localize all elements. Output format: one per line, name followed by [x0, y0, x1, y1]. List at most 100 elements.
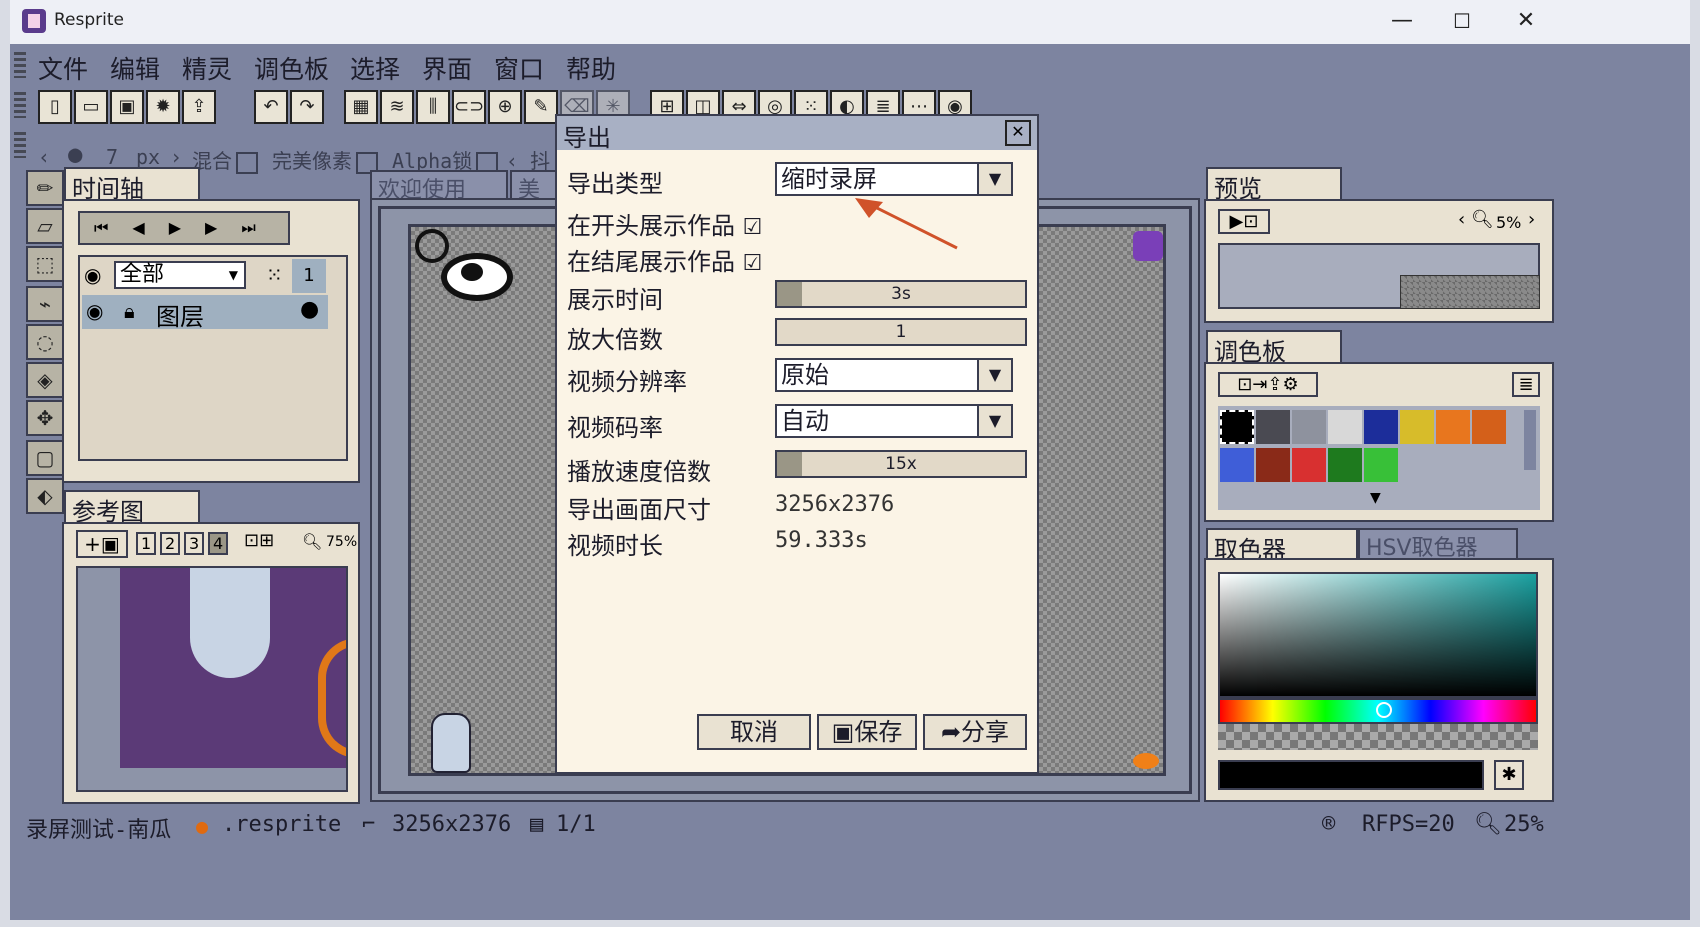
open-folder-icon[interactable]: ▭ — [74, 90, 108, 124]
blend-option[interactable]: 混合 — [192, 145, 258, 174]
link-icon[interactable]: ⊂⊃ — [452, 90, 486, 124]
status-zoom-icon[interactable]: 🔍︎ — [1474, 812, 1502, 837]
add-reference-icon[interactable]: +▣ — [76, 530, 128, 558]
pixel-perfect-option[interactable]: 完美像素 — [272, 145, 378, 174]
tab-document[interactable]: 美 — [510, 170, 560, 203]
show-end-option[interactable]: 在结尾展示作品 ☑ — [567, 242, 762, 277]
dialog-close-icon[interactable]: ✕ — [1005, 120, 1031, 146]
color-picker-tab[interactable]: 取色器 — [1206, 528, 1358, 564]
swatch-0[interactable] — [1220, 410, 1254, 444]
swatch-7[interactable] — [1472, 410, 1506, 444]
ref-view-icons[interactable]: ⊡⊞ — [244, 530, 274, 551]
fill-bucket-tool-icon[interactable]: ◈ — [26, 362, 64, 398]
magic-select-tool-icon[interactable]: ⬖ — [26, 478, 64, 514]
swatch-8[interactable] — [1220, 448, 1254, 482]
brush-size-value[interactable]: 7 — [106, 145, 118, 169]
eraser-tool-icon[interactable]: ▱ — [26, 208, 64, 244]
menu-help[interactable]: 帮助 — [566, 50, 616, 86]
prev-frame-icon[interactable]: ◀ — [132, 218, 168, 237]
chevron-right-icon[interactable]: › — [170, 145, 182, 169]
share-button[interactable]: ➦分享 — [923, 714, 1027, 750]
show-time-slider[interactable]: 3s — [775, 280, 1027, 308]
export-icon[interactable]: ⇪ — [182, 90, 216, 124]
undo-icon[interactable]: ↶ — [254, 90, 288, 124]
speed-slider[interactable]: 15x — [775, 450, 1027, 478]
minimize-button[interactable]: — — [1382, 6, 1422, 36]
lock-icon[interactable]: 🔒︎ — [124, 299, 135, 323]
hue-handle[interactable] — [1376, 702, 1392, 718]
hue-slider[interactable] — [1218, 698, 1538, 724]
palette-scrollbar[interactable] — [1524, 410, 1536, 470]
menu-file[interactable]: 文件 — [38, 50, 88, 86]
last-frame-icon[interactable]: ⏭ — [241, 218, 279, 237]
swatch-1[interactable] — [1256, 410, 1290, 444]
save-icon[interactable]: ▣ — [110, 90, 144, 124]
shape-tool-icon[interactable]: ▢ — [26, 440, 64, 476]
tab-welcome[interactable]: 欢迎使用 — [370, 170, 508, 203]
cancel-button[interactable]: 取消 — [697, 714, 811, 750]
merge-icon[interactable]: ⊕ — [488, 90, 522, 124]
layer-filter-select[interactable]: 全部 ▼ — [114, 261, 246, 289]
menu-select[interactable]: 选择 — [350, 50, 400, 86]
redo-icon[interactable]: ↷ — [290, 90, 324, 124]
toolbar-grip[interactable] — [14, 92, 26, 118]
scale-slider[interactable]: 1 — [775, 318, 1027, 346]
record-icon[interactable]: ® — [1322, 812, 1335, 837]
palette-scroll-down-icon[interactable]: ▼ — [1370, 490, 1381, 506]
timeline-tab[interactable]: 时间轴 — [64, 167, 200, 203]
layer-visibility-eye-icon[interactable]: ◉ — [86, 299, 103, 323]
show-end-checkbox[interactable]: ☑ — [743, 251, 763, 276]
alpha-slider[interactable] — [1218, 724, 1538, 750]
resolution-select[interactable]: 原始 ▼ — [775, 358, 1013, 392]
ref-slot-3[interactable]: 3 — [184, 532, 205, 555]
export-type-select[interactable]: 缩时录屏 ▼ — [775, 162, 1013, 196]
pen-icon[interactable]: ✎ — [524, 90, 558, 124]
grid-icon[interactable]: ▦ — [344, 90, 378, 124]
show-start-checkbox[interactable]: ☑ — [743, 215, 763, 240]
eyedropper-tool-icon[interactable]: ⌁ — [26, 286, 64, 322]
swatch-3[interactable] — [1328, 410, 1362, 444]
swatch-10[interactable] — [1292, 448, 1326, 482]
next-frame-icon[interactable]: ▶ — [205, 218, 241, 237]
saturation-value-area[interactable] — [1218, 572, 1538, 698]
first-frame-icon[interactable]: ⏮ — [94, 218, 132, 237]
palette-menu-icon[interactable]: ≣ — [1512, 372, 1540, 397]
preview-zoom-icon[interactable]: ‹ 🔍︎ — [1458, 209, 1494, 230]
swatch-12[interactable] — [1364, 448, 1398, 482]
menu-edit[interactable]: 编辑 — [110, 50, 160, 86]
layers-icon[interactable]: ≋ — [380, 90, 414, 124]
menu-interface[interactable]: 界面 — [422, 50, 472, 86]
bitrate-select[interactable]: 自动 ▼ — [775, 404, 1013, 438]
ref-slot-1[interactable]: 1 — [136, 532, 157, 555]
close-button[interactable]: ✕ — [1506, 6, 1546, 36]
ref-zoom-icon[interactable]: 🔍︎ — [302, 532, 322, 551]
hsv-picker-tab[interactable]: HSV取色器 — [1358, 528, 1518, 561]
eye-icon[interactable]: ◉ — [84, 263, 101, 287]
layer-row[interactable]: ◉ 🔒︎ 图层 ● — [82, 295, 328, 331]
options-grip[interactable] — [14, 132, 26, 158]
add-color-icon[interactable]: ✱ — [1494, 760, 1524, 790]
menu-sprite[interactable]: 精灵 — [182, 50, 232, 86]
swatch-6[interactable] — [1436, 410, 1470, 444]
options-scroll-left-icon[interactable]: ‹ — [38, 145, 50, 169]
preview-zoom-next-icon[interactable]: › — [1528, 209, 1535, 230]
settings-gear-icon[interactable]: ✹ — [146, 90, 180, 124]
swatch-2[interactable] — [1292, 410, 1326, 444]
play-icon[interactable]: ▶ — [169, 218, 205, 237]
ref-slot-2[interactable]: 2 — [160, 532, 181, 555]
pencil-tool-icon[interactable]: ✏ — [26, 170, 64, 206]
palette-tab[interactable]: 调色板 — [1206, 330, 1342, 366]
swatch-5[interactable] — [1400, 410, 1434, 444]
preview-play-icon[interactable]: ▶⊡ — [1218, 209, 1270, 234]
swatch-4[interactable] — [1364, 410, 1398, 444]
preview-viewport[interactable] — [1218, 243, 1540, 309]
columns-icon[interactable]: ⫼ — [416, 90, 450, 124]
preview-tab[interactable]: 预览 — [1206, 167, 1342, 203]
reference-tab[interactable]: 参考图 — [64, 490, 200, 526]
swatch-9[interactable] — [1256, 448, 1290, 482]
blend-checkbox[interactable] — [236, 151, 258, 174]
ref-slot-4[interactable]: 4 — [208, 532, 229, 555]
maximize-button[interactable]: ☐ — [1442, 6, 1482, 36]
new-file-icon[interactable]: ▯ — [38, 90, 72, 124]
marquee-tool-icon[interactable]: ⬚ — [26, 246, 64, 282]
